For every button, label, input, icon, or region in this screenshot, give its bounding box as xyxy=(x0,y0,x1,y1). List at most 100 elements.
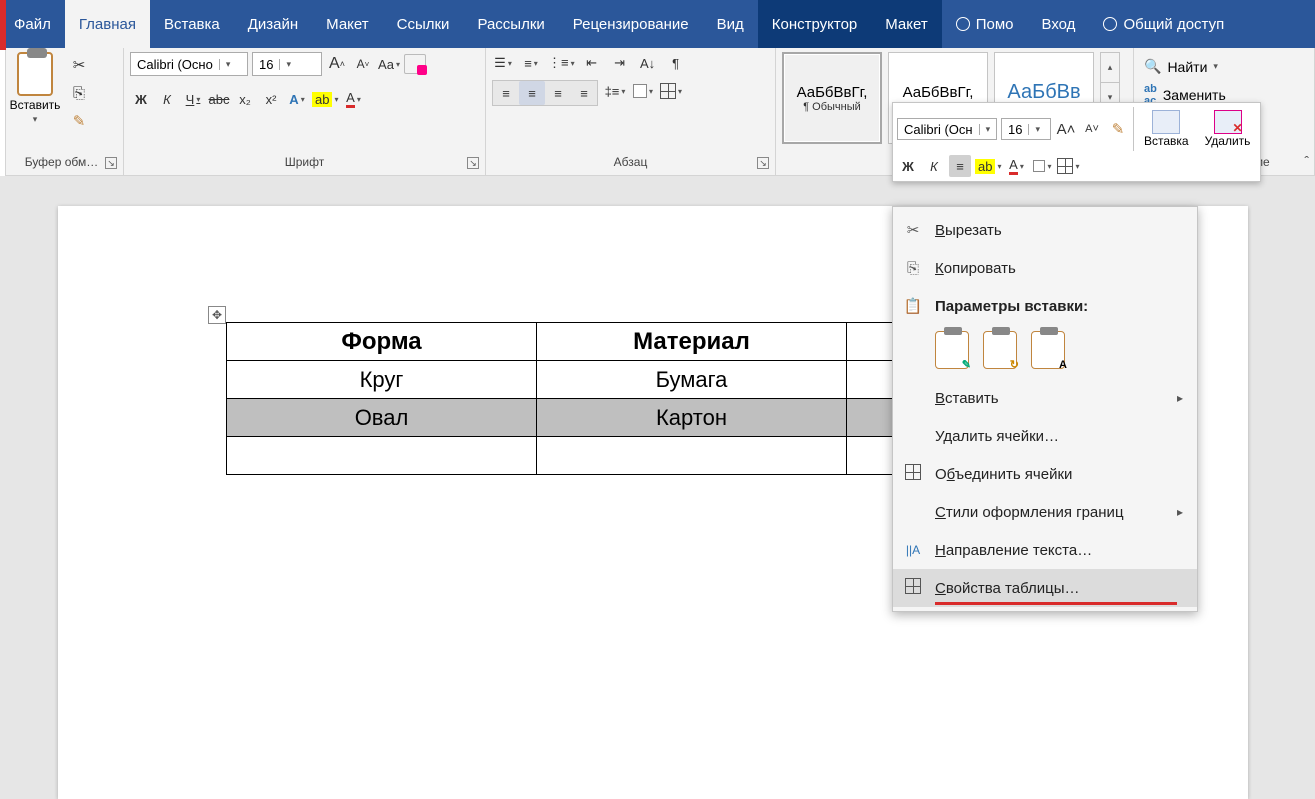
line-spacing-button[interactable]: ‡≡ xyxy=(604,80,626,102)
table-cell[interactable]: Овал xyxy=(227,399,537,437)
mini-highlight[interactable]: ab xyxy=(975,155,1001,177)
ctx-cut[interactable]: Вырезать xyxy=(893,211,1197,249)
table-cell[interactable]: Картон xyxy=(537,399,847,437)
ctx-merge-cells[interactable]: Объединить ячейки xyxy=(893,455,1197,493)
mini-format-painter[interactable] xyxy=(1107,118,1129,140)
table-properties-icon xyxy=(903,578,923,598)
shading-button[interactable] xyxy=(632,80,654,102)
clear-formatting-button[interactable] xyxy=(404,54,426,74)
underline-button[interactable]: Ч xyxy=(182,88,204,110)
tab-mailings[interactable]: Рассылки xyxy=(463,0,558,48)
tab-references[interactable]: Ссылки xyxy=(383,0,464,48)
mini-grow-font[interactable]: A˄ xyxy=(1055,118,1077,140)
borders-button[interactable] xyxy=(660,80,682,102)
format-painter-button[interactable] xyxy=(68,110,90,132)
mini-shrink-font[interactable]: A˅ xyxy=(1081,118,1103,140)
style-normal[interactable]: АаБбВвГг, ¶ Обычный xyxy=(782,52,882,144)
share-person-icon xyxy=(1103,17,1117,31)
mini-font-combo[interactable]: Calibri (Осн▾ xyxy=(897,118,997,140)
paste-merge-formatting[interactable]: ↻ xyxy=(983,331,1017,369)
table-header[interactable]: Форма xyxy=(227,323,537,361)
mini-align-center[interactable]: ≡ xyxy=(949,155,971,177)
table-cell[interactable] xyxy=(227,437,537,475)
document-table[interactable]: Форма Материал Круг Бумага Овал Картон xyxy=(226,322,987,475)
table-delete-icon xyxy=(1214,110,1242,134)
find-button[interactable]: 🔍Найти▾ xyxy=(1144,58,1304,75)
superscript-button[interactable]: x² xyxy=(260,88,282,110)
font-size-combo[interactable]: 16▾ xyxy=(252,52,322,76)
increase-indent-button[interactable]: ⇥ xyxy=(609,52,631,74)
tab-table-layout[interactable]: Макет xyxy=(871,0,941,48)
font-name-combo[interactable]: Calibri (Осно▾ xyxy=(130,52,248,76)
ctx-table-properties[interactable]: Свойства таблицы… xyxy=(893,569,1197,607)
sort-button[interactable]: А↓ xyxy=(637,52,659,74)
borders-icon xyxy=(660,83,676,99)
mini-size-combo[interactable]: 16▾ xyxy=(1001,118,1051,140)
tab-table-design[interactable]: Конструктор xyxy=(758,0,872,48)
mini-bold[interactable]: Ж xyxy=(897,155,919,177)
paste-button[interactable]: Вставить ▾ xyxy=(6,52,64,125)
tab-home[interactable]: Главная xyxy=(65,0,150,48)
text-effects-button[interactable]: A xyxy=(286,88,308,110)
grow-font-button[interactable]: A˄ xyxy=(326,53,348,75)
collapse-ribbon-button[interactable]: ˆ xyxy=(1304,153,1309,169)
bulb-icon xyxy=(956,17,970,31)
numbering-button[interactable]: ≡ xyxy=(520,52,542,74)
subscript-button[interactable]: x₂ xyxy=(234,88,256,110)
mini-shading[interactable] xyxy=(1031,155,1053,177)
tab-file[interactable]: Файл xyxy=(0,0,65,48)
tab-insert[interactable]: Вставка xyxy=(150,0,234,48)
table-cell[interactable]: Бумага xyxy=(537,361,847,399)
align-left-button[interactable]: ≡ xyxy=(493,81,519,105)
bold-button[interactable]: Ж xyxy=(130,88,152,110)
cut-button[interactable] xyxy=(68,54,90,76)
table-cell[interactable]: Круг xyxy=(227,361,537,399)
table-move-handle[interactable]: ✥ xyxy=(208,306,226,324)
bullets-button[interactable]: ☰ xyxy=(492,52,514,74)
red-strip xyxy=(0,0,6,50)
shrink-font-button[interactable]: A˅ xyxy=(352,53,374,75)
mini-italic[interactable]: К xyxy=(923,155,945,177)
signin-link[interactable]: Вход xyxy=(1028,0,1090,48)
align-right-button[interactable]: ≡ xyxy=(545,81,571,105)
change-case-button[interactable]: Aa xyxy=(378,53,400,75)
clipboard-launcher[interactable]: ↘ xyxy=(105,157,117,169)
mini-insert-button[interactable]: Вставка xyxy=(1138,110,1195,148)
tab-view[interactable]: Вид xyxy=(703,0,758,48)
multilevel-button[interactable]: ⋮≡ xyxy=(548,52,575,74)
ribbon-tabs: Файл Главная Вставка Дизайн Макет Ссылки… xyxy=(0,0,1315,48)
table-header[interactable]: Материал xyxy=(537,323,847,361)
copy-button[interactable] xyxy=(68,82,90,104)
merge-icon xyxy=(903,464,923,484)
align-center-button[interactable]: ≡ xyxy=(519,81,545,105)
tab-design[interactable]: Дизайн xyxy=(234,0,312,48)
red-underline-annotation xyxy=(935,602,1177,605)
paste-text-only[interactable]: A xyxy=(1031,331,1065,369)
text-direction-icon: ||A xyxy=(903,543,923,557)
tell-me[interactable]: Помо xyxy=(942,0,1028,48)
italic-button[interactable]: К xyxy=(156,88,178,110)
align-justify-button[interactable]: ≡ xyxy=(571,81,597,105)
mini-font-color[interactable]: A xyxy=(1005,155,1027,177)
share-button[interactable]: Общий доступ xyxy=(1089,0,1238,48)
paste-keep-formatting[interactable]: ✎ xyxy=(935,331,969,369)
table-cell[interactable] xyxy=(537,437,847,475)
ctx-delete-cells[interactable]: Удалить ячейки… xyxy=(893,417,1197,455)
font-launcher[interactable]: ↘ xyxy=(467,157,479,169)
paragraph-launcher[interactable]: ↘ xyxy=(757,157,769,169)
highlight-button[interactable]: ab xyxy=(312,88,338,110)
ctx-text-direction[interactable]: ||A Направление текста… xyxy=(893,531,1197,569)
show-marks-button[interactable]: ¶ xyxy=(665,52,687,74)
ctx-border-styles[interactable]: Стили оформления границ ▸ xyxy=(893,493,1197,531)
mini-delete-button[interactable]: Удалить xyxy=(1199,110,1257,148)
ctx-copy[interactable]: Копировать xyxy=(893,249,1197,287)
tab-review[interactable]: Рецензирование xyxy=(559,0,703,48)
decrease-indent-button[interactable]: ⇤ xyxy=(581,52,603,74)
paintbrush-icon: ✎ xyxy=(962,358,971,371)
mini-borders[interactable] xyxy=(1057,155,1079,177)
font-color-button[interactable]: A xyxy=(342,88,364,110)
context-menu: Вырезать Копировать 📋 Параметры вставки:… xyxy=(892,206,1198,612)
strikethrough-button[interactable]: abc xyxy=(208,88,230,110)
ctx-insert[interactable]: Вставить ▸ xyxy=(893,379,1197,417)
tab-layout[interactable]: Макет xyxy=(312,0,382,48)
